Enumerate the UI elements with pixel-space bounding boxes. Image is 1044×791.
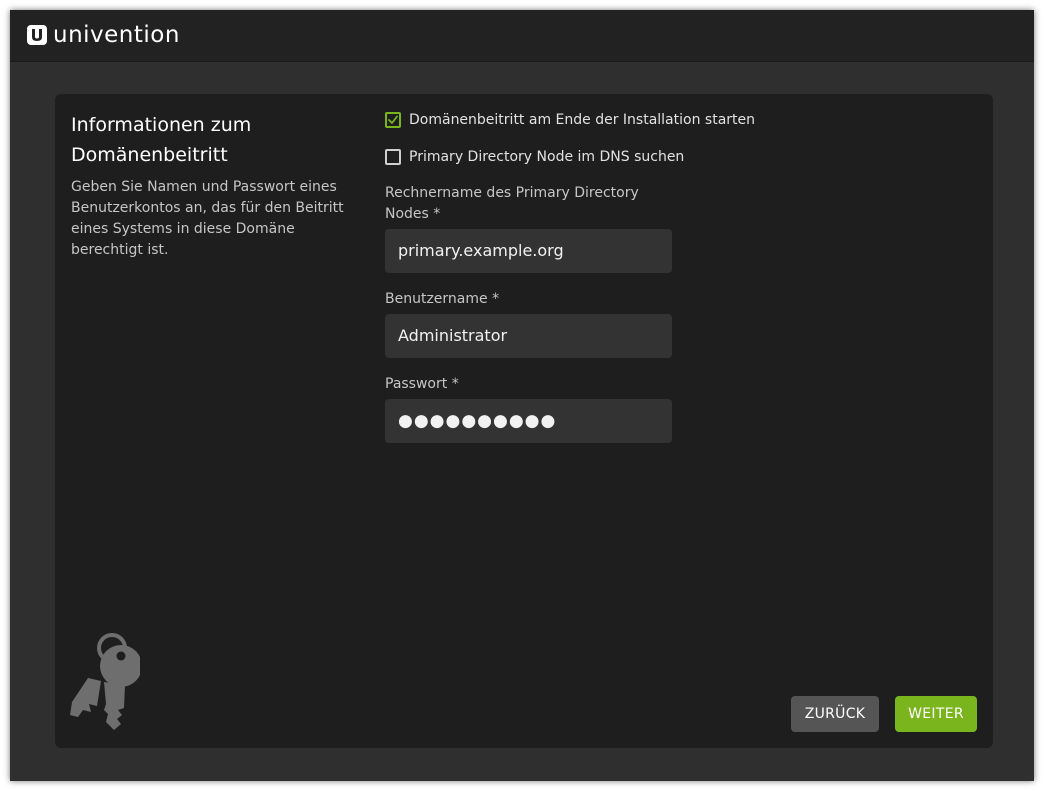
join-at-end-label[interactable]: Domänenbeitritt am Ende der Installation… (409, 110, 755, 130)
brand-logo: univention (27, 22, 180, 48)
installer-window: univention Informationen zum Domänenbeit… (10, 10, 1034, 781)
hostname-input[interactable]: primary.example.org (385, 229, 672, 273)
checkmark-icon (388, 115, 398, 124)
password-input[interactable]: ●●●●●●●●●● (385, 399, 672, 443)
next-button[interactable]: WEITER (895, 696, 977, 732)
search-dns-checkbox-row[interactable]: Primary Directory Node im DNS suchen (385, 147, 684, 167)
search-dns-checkbox[interactable] (385, 149, 401, 165)
search-dns-label[interactable]: Primary Directory Node im DNS suchen (409, 147, 684, 167)
page-title: Informationen zum Domänenbeitritt (71, 114, 252, 166)
keys-icon (70, 633, 140, 730)
join-at-end-checkbox-row[interactable]: Domänenbeitritt am Ende der Installation… (385, 110, 755, 130)
app-header: univention (10, 10, 1034, 62)
domain-join-card: Informationen zum Domänenbeitritt Geben … (55, 94, 993, 748)
page-description: Geben Sie Namen und Passwort eines Benut… (71, 179, 344, 258)
brand-name: univention (53, 22, 180, 48)
password-label: Passwort * (385, 376, 459, 392)
hostname-label: Rechnername des Primary Directory Nodes … (385, 185, 639, 222)
username-input[interactable]: Administrator (385, 314, 672, 358)
username-label: Benutzername * (385, 291, 500, 307)
univention-u-icon (27, 25, 47, 45)
back-button[interactable]: ZURÜCK (791, 696, 879, 732)
join-at-end-checkbox[interactable] (385, 112, 401, 128)
